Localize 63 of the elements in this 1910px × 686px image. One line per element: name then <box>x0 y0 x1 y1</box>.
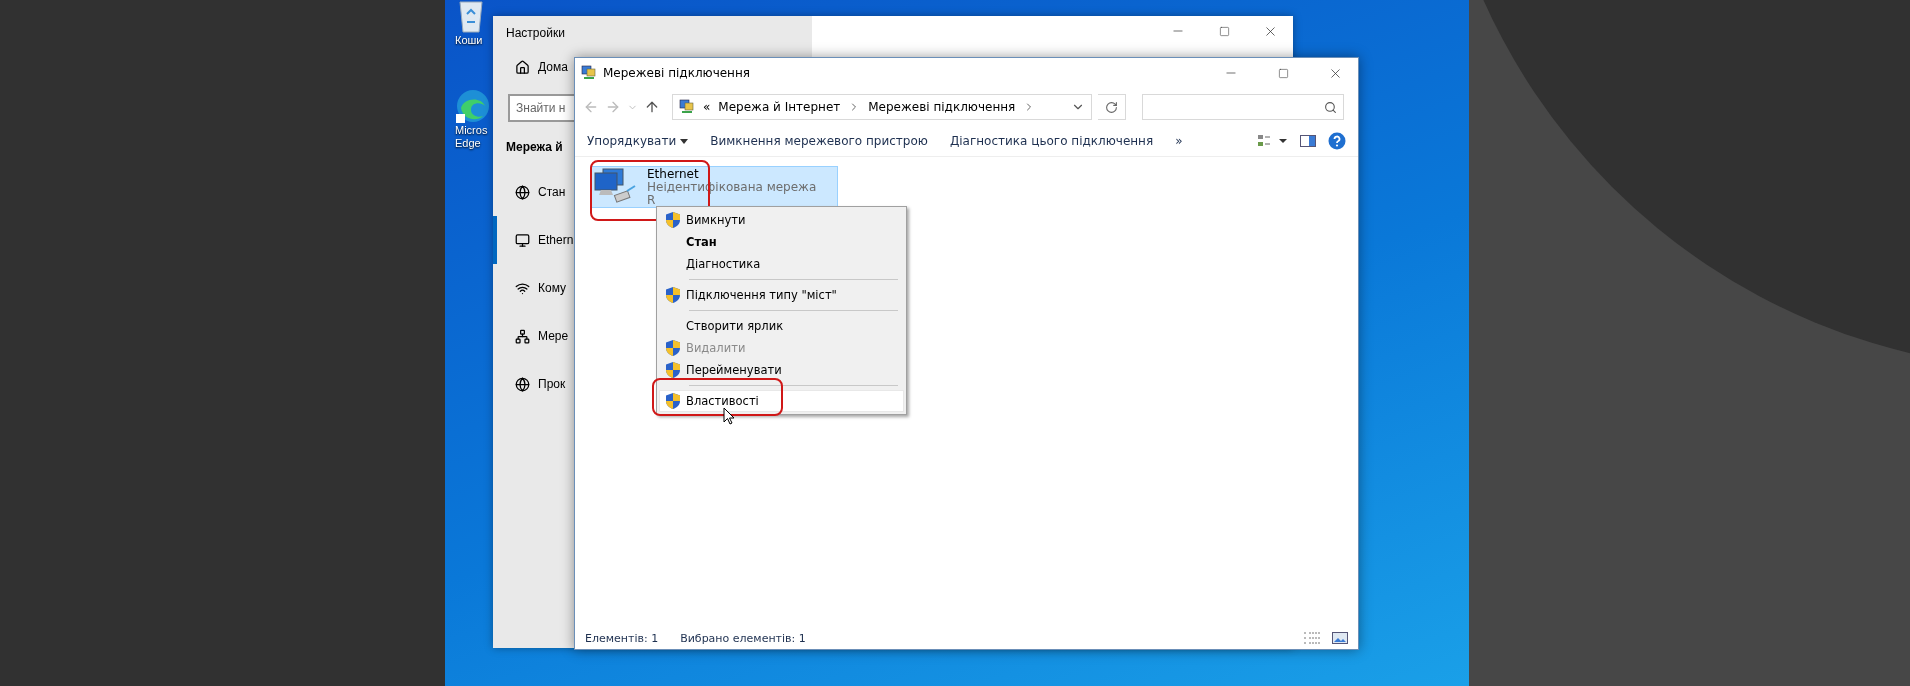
globe-icon <box>515 184 530 200</box>
refresh-icon <box>1105 100 1118 114</box>
nav-item[interactable]: Мере <box>493 312 574 360</box>
search-icon <box>1324 100 1337 114</box>
breadcrumb-overflow[interactable]: « <box>703 100 711 114</box>
home-icon <box>515 59 530 75</box>
desktop-icon-label: Коши <box>455 34 483 47</box>
help-icon[interactable] <box>1328 132 1346 150</box>
details-view-icon[interactable] <box>1304 632 1320 644</box>
monitor-icon <box>515 232 530 248</box>
status-text: Вибрано елементів: 1 <box>680 631 806 645</box>
caret-icon <box>680 138 689 144</box>
back-button[interactable] <box>583 99 599 115</box>
status-text: Елементів: 1 <box>585 631 659 645</box>
toolbar-command[interactable]: Діагностика цього підключення <box>949 134 1154 148</box>
back-icon <box>583 99 599 115</box>
desktop-icon-label: Micros <box>455 124 488 137</box>
section-heading: Мережа й <box>506 140 563 154</box>
view-options-icon[interactable] <box>1258 134 1288 148</box>
menu-item[interactable]: Стан <box>659 231 904 253</box>
nav-link[interactable]: Дома <box>493 46 574 88</box>
more-commands-button[interactable]: » <box>1175 134 1183 148</box>
menu-item[interactable]: Створити ярлик <box>659 315 904 337</box>
network-folder-icon <box>581 65 597 81</box>
nav-item[interactable]: Стан <box>493 168 574 216</box>
menu-item[interactable]: Підключення типу "міст" <box>659 284 904 306</box>
connection-detail: R <box>647 194 656 207</box>
toolbar-command[interactable]: Вимкнення мережевого пристрою <box>710 134 928 148</box>
forward-icon <box>605 99 621 115</box>
cursor-icon <box>723 407 735 425</box>
breadcrumb[interactable]: Мережа й Інтернет <box>718 100 841 114</box>
desktop-icon-label: Edge <box>455 137 481 150</box>
breadcrumb[interactable]: Мережеві підключення <box>868 100 1016 114</box>
menu-item[interactable]: Діагностика <box>659 253 904 275</box>
up-icon <box>644 99 660 115</box>
network-icon <box>515 328 530 344</box>
wifi-icon <box>515 280 530 296</box>
nav-item[interactable]: Кому <box>493 264 574 312</box>
network-folder-icon <box>679 99 695 115</box>
nav-item[interactable]: Прок <box>493 360 574 408</box>
refresh-button[interactable] <box>1098 94 1126 120</box>
browser-icon[interactable] <box>455 88 491 124</box>
shield-icon <box>666 362 680 378</box>
preview-pane-icon[interactable] <box>1300 135 1316 147</box>
menu-item[interactable]: Властивості <box>659 390 904 412</box>
search-field[interactable]: Знайти н <box>508 94 574 122</box>
menu-item[interactable]: Вимкнути <box>659 209 904 231</box>
maximize-icon <box>1218 25 1230 37</box>
up-button[interactable] <box>644 99 660 115</box>
shield-icon <box>666 340 680 356</box>
window-title: Настройки <box>506 26 565 42</box>
address-bar[interactable]: « Мережа й Інтернет Мережеві підключення <box>672 94 1092 120</box>
organize-button[interactable]: Упорядкувати <box>587 134 689 148</box>
forward-button[interactable] <box>605 99 621 115</box>
shield-icon <box>666 287 680 303</box>
shield-icon <box>666 393 680 409</box>
shield-icon <box>666 212 680 228</box>
window-title: Мережеві підключення <box>603 66 752 80</box>
globe-icon <box>515 376 530 392</box>
menu-item[interactable]: Перейменувати <box>659 359 904 381</box>
connection-name: Ethernet <box>647 168 700 181</box>
maximize-icon <box>1277 67 1289 79</box>
large-icons-view-icon[interactable] <box>1332 632 1348 644</box>
